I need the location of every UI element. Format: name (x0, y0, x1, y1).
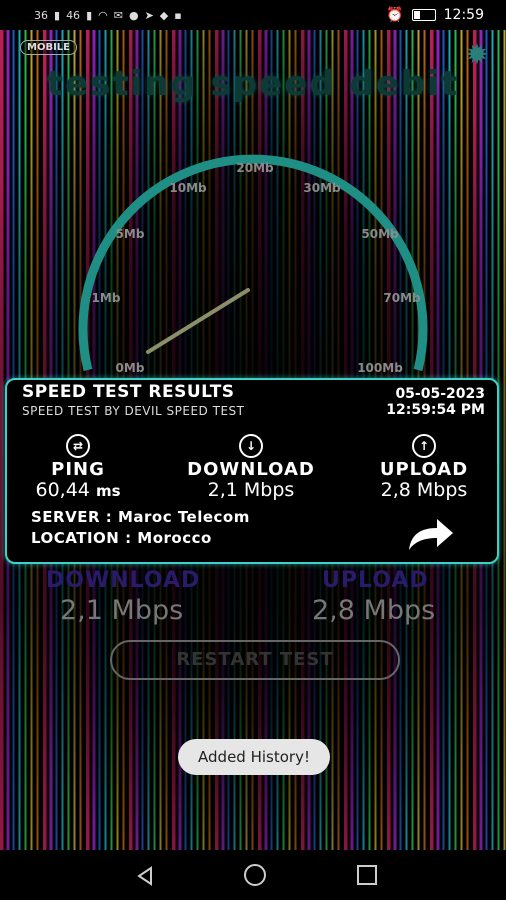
app-title: testing speed debit (46, 64, 460, 104)
summary-download-label: DOWNLOAD (46, 568, 201, 593)
speed-gauge: 0Mb 1Mb 5Mb 10Mb 20Mb 30Mb 50Mb 70Mb 100Mb (50, 130, 456, 390)
download-value: 2,1 Mbps (207, 479, 295, 501)
ping-metric: ⇄ PING 60,44 ms (3, 434, 153, 501)
shuffle-icon: ⇄ (66, 434, 90, 458)
results-card: SPEED TEST RESULTS SPEED TEST BY DEVIL S… (5, 378, 499, 564)
message-icon: ✉ (113, 8, 123, 22)
download-metric: ↓ DOWNLOAD 2,1 Mbps (176, 434, 326, 500)
mobile-badge: MOBILE (20, 40, 77, 55)
system-nav-bar (0, 850, 506, 900)
gauge-svg: 0Mb 1Mb 5Mb 10Mb 20Mb 30Mb 50Mb 70Mb 100Mb (78, 154, 428, 375)
status-time: 12:59 (443, 7, 484, 23)
signal-icon-2: ▮ (86, 8, 93, 22)
gauge-tick-label: 20Mb (236, 161, 274, 175)
gauge-tick-label: 100Mb (357, 361, 403, 375)
signal-1-label: 36 (34, 8, 48, 22)
home-icon[interactable] (244, 864, 266, 886)
ping-label: PING (51, 459, 105, 480)
gauge-tick-label: 50Mb (361, 227, 399, 241)
gauge-tick-label: 70Mb (383, 291, 421, 305)
arrow-up-circle-icon: ↑ (412, 434, 436, 458)
upload-metric: ↑ UPLOAD 2,8 Mbps (349, 434, 499, 500)
share-arrow-icon[interactable] (405, 516, 455, 552)
status-bar: 36 ▮ 46 ▮ ◠ ✉ ● ➤ ◆ ▪ ⏰ 12:59 (0, 0, 506, 30)
arrow-down-circle-icon: ↓ (239, 434, 263, 458)
summary-upload-label: UPLOAD (322, 568, 429, 593)
status-icons-left: 36 ▮ 46 ▮ ◠ ✉ ● ➤ ◆ ▪ (0, 9, 182, 22)
ping-value-row: 60,44 ms (3, 480, 153, 501)
results-subtitle: SPEED TEST BY DEVIL SPEED TEST (22, 404, 245, 418)
telegram-icon: ➤ (144, 8, 154, 22)
wifi-icon: ◠ (98, 8, 108, 22)
download-label: DOWNLOAD (187, 459, 315, 480)
restart-test-button[interactable]: RESTART TEST (110, 640, 400, 680)
results-time: 12:59:54 PM (386, 402, 485, 418)
gauge-tick-label: 30Mb (303, 181, 341, 195)
notification-icon: ◆ (159, 8, 169, 22)
ping-value: 60,44 (35, 479, 90, 501)
gauge-tick-label: 10Mb (169, 181, 207, 195)
sim-icon: ▪ (174, 8, 182, 22)
gauge-tick-label: 1Mb (92, 291, 121, 305)
gauge-needle (146, 288, 250, 354)
chat-icon: ● (128, 8, 139, 22)
upload-label: UPLOAD (379, 459, 469, 480)
gauge-arc (78, 154, 428, 372)
server-info: SERVER : Maroc Telecom (31, 508, 250, 526)
back-icon[interactable] (135, 866, 155, 886)
status-icons-right: ⏰ 12:59 (386, 7, 506, 23)
alarm-icon: ⏰ (386, 7, 404, 23)
location-info: LOCATION : Morocco (31, 529, 212, 547)
results-date: 05-05-2023 (395, 386, 485, 402)
summary-download-value: 2,1 Mbps (60, 595, 184, 626)
toast-message: Added History! (178, 739, 330, 775)
results-title: SPEED TEST RESULTS (22, 382, 235, 402)
recent-apps-icon[interactable] (357, 865, 377, 885)
summary-upload-value: 2,8 Mbps (312, 595, 436, 626)
signal-2-label: 46 (66, 8, 81, 22)
gauge-tick-label: 0Mb (116, 361, 145, 375)
upload-value: 2,8 Mbps (380, 479, 468, 501)
battery-icon (411, 9, 436, 21)
gauge-tick-label: 5Mb (116, 227, 145, 241)
signal-icon: ▮ (54, 8, 61, 22)
ping-unit: ms (95, 482, 121, 500)
